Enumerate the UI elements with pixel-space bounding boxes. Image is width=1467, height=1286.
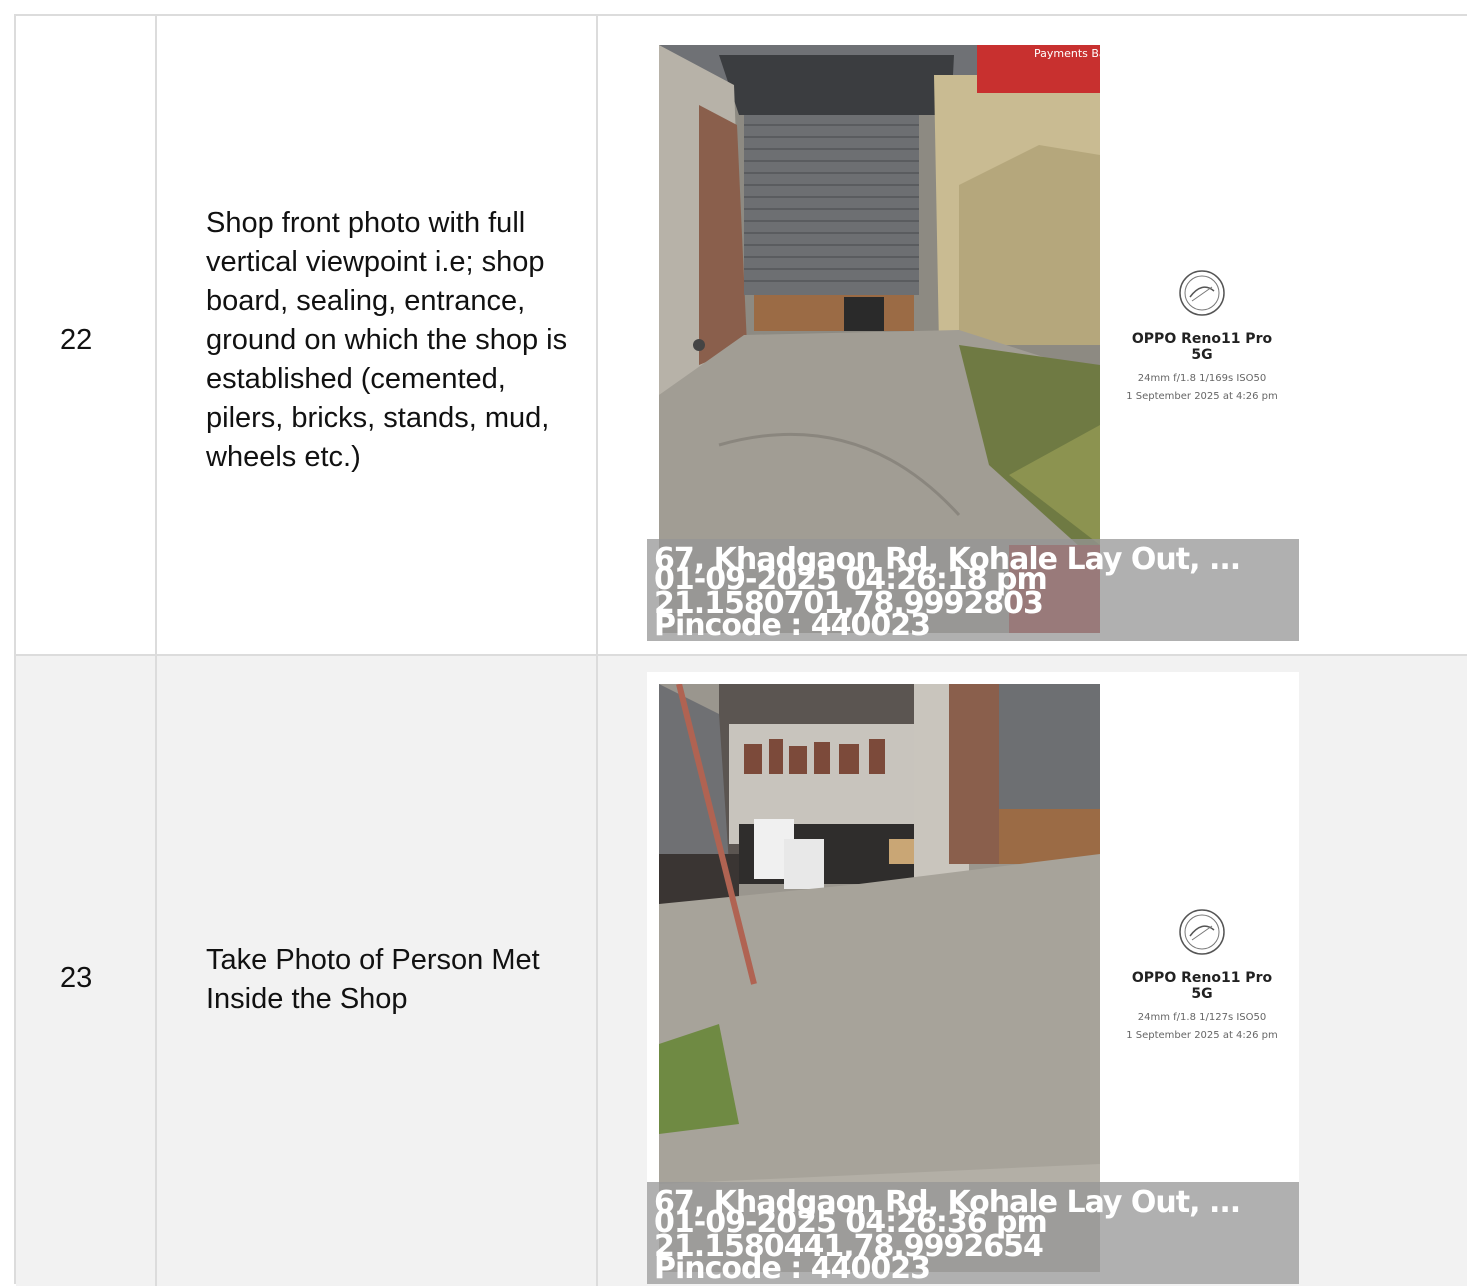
row-number-cell: 23 — [16, 656, 157, 1286]
row-number: 22 — [60, 324, 93, 356]
capture-date: 1 September 2025 at 4:26 pm — [1126, 391, 1278, 402]
capture-date: 1 September 2025 at 4:26 pm — [1126, 1030, 1278, 1041]
table-row: 23 Take Photo of Person Met Inside the S… — [16, 656, 1467, 1286]
geotag-photo[interactable]: OPPO Reno11 Pro 5G 24mm f/1.8 1/127s ISO… — [647, 672, 1299, 1284]
description-cell: Take Photo of Person Met Inside the Shop — [157, 656, 598, 1286]
stamp-pincode: Pincode : 440023 — [654, 608, 931, 643]
row-description: Take Photo of Person Met Inside the Shop — [206, 944, 540, 1015]
hasselblad-seal-icon — [1179, 909, 1225, 955]
table-row: 22 Shop front photo with full vertical v… — [16, 16, 1467, 656]
description-cell: Shop front photo with full vertical view… — [157, 16, 598, 654]
camera-model: OPPO Reno11 Pro 5G — [1131, 970, 1273, 1002]
photo-cell: OPPO Reno11 Pro 5G 24mm f/1.8 1/127s ISO… — [598, 656, 1467, 1286]
camera-specs: 24mm f/1.8 1/127s ISO50 — [1137, 1012, 1267, 1023]
geotag-photo[interactable]: Payments Bank — [647, 33, 1299, 645]
geotag-stamp: 67, Khadgaon Rd, Kohale Lay Out, ... 01-… — [647, 539, 1299, 641]
sign-text: Payments Bank — [1034, 47, 1100, 60]
camera-metadata: OPPO Reno11 Pro 5G 24mm f/1.8 1/127s ISO… — [1122, 908, 1282, 1041]
row-number-cell: 22 — [16, 16, 157, 654]
camera-specs: 24mm f/1.8 1/169s ISO50 — [1137, 373, 1267, 384]
row-description: Shop front photo with full vertical view… — [206, 207, 568, 473]
photo-cell: Payments Bank — [598, 16, 1467, 654]
geotag-stamp: 67, Khadgaon Rd, Kohale Lay Out, ... 01-… — [647, 1182, 1299, 1284]
camera-model: OPPO Reno11 Pro 5G — [1131, 331, 1273, 363]
row-number: 23 — [60, 962, 93, 994]
verification-table: 22 Shop front photo with full vertical v… — [14, 14, 1467, 1286]
stamp-pincode: Pincode : 440023 — [654, 1251, 931, 1286]
hasselblad-seal-icon — [1179, 270, 1225, 316]
camera-metadata: OPPO Reno11 Pro 5G 24mm f/1.8 1/169s ISO… — [1122, 269, 1282, 402]
